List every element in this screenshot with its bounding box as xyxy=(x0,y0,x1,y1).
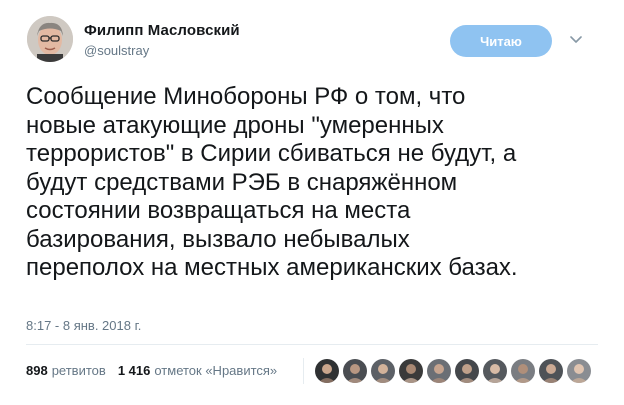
retweets-count[interactable]: 898 xyxy=(26,363,48,378)
liker-avatar-icon[interactable] xyxy=(454,358,480,384)
retweets-label[interactable]: ретвитов xyxy=(52,363,106,378)
divider xyxy=(26,344,598,345)
liker-avatar-icon[interactable] xyxy=(538,358,564,384)
liker-avatars xyxy=(314,358,594,384)
tweet-text: Сообщение Минобороны РФ о том, что новые… xyxy=(26,83,596,283)
tweet-timestamp[interactable]: 8:17 - 8 янв. 2018 г. xyxy=(26,318,141,333)
liker-avatar-icon[interactable] xyxy=(370,358,396,384)
liker-avatar-icon[interactable] xyxy=(482,358,508,384)
tweet-text-line: будут средствами РЭБ в снаряжённом xyxy=(26,168,458,196)
follow-button[interactable]: Читаю xyxy=(450,25,552,57)
liker-avatar-icon[interactable] xyxy=(566,358,592,384)
liker-avatar-icon[interactable] xyxy=(426,358,452,384)
author-avatar[interactable] xyxy=(27,16,73,62)
likes-label[interactable]: отметок «Нравится» xyxy=(154,363,277,378)
chevron-down-icon[interactable] xyxy=(566,30,586,50)
tweet-text-line: новые атакующие дроны "умеренных xyxy=(26,111,444,139)
tweet-text-line: переполох на местных американских базах. xyxy=(26,254,518,281)
tweet-stats: 898 ретвитов 1 416 отметок «Нравится» xyxy=(26,363,277,379)
tweet-text-line: террористов" в Сирии сбиваться не будут,… xyxy=(26,140,517,167)
liker-avatar-icon[interactable] xyxy=(314,358,340,384)
liker-avatar-icon[interactable] xyxy=(342,358,368,384)
likes-count[interactable]: 1 416 xyxy=(118,363,151,378)
author-handle[interactable]: @soulstray xyxy=(84,43,149,58)
tweet-text-line: состоянии возвращаться на места xyxy=(26,197,411,224)
tweet-text-line: Сообщение Минобороны РФ о том, что xyxy=(26,83,466,110)
liker-avatar-icon[interactable] xyxy=(510,358,536,384)
avatar-photo-icon xyxy=(27,16,73,62)
author-name[interactable]: Филипп Масловский xyxy=(84,22,240,39)
stats-divider xyxy=(303,358,304,384)
tweet-text-line: базирования, вызвало небывалых xyxy=(26,225,410,253)
tweet-card: Филипп Масловский @soulstray Читаю Сообщ… xyxy=(0,0,624,405)
liker-avatar-icon[interactable] xyxy=(398,358,424,384)
